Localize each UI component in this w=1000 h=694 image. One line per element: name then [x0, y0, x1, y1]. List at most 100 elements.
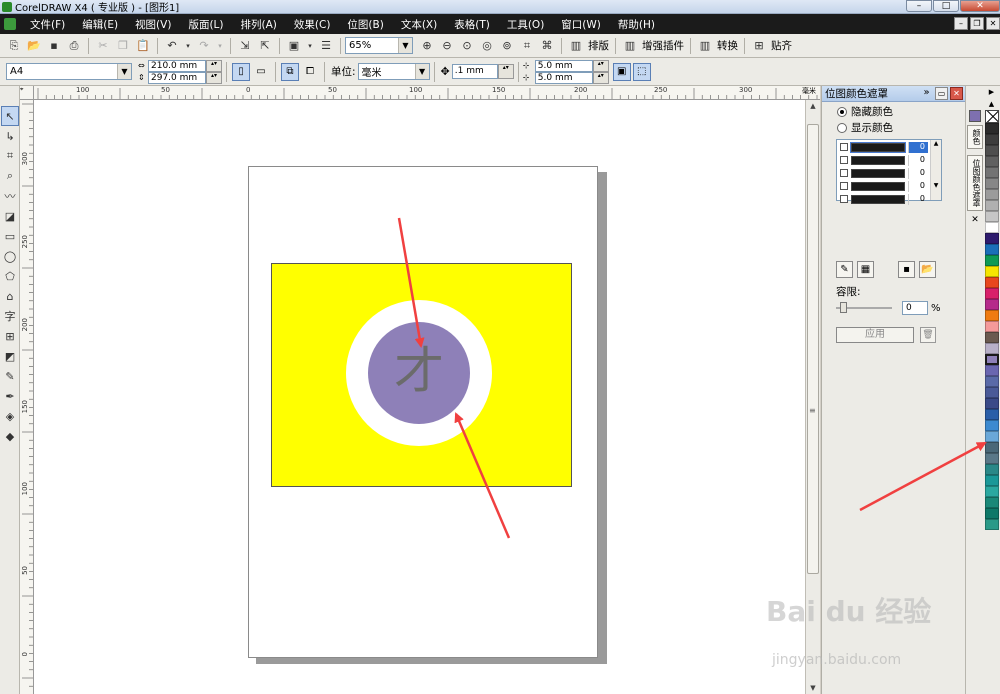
palette-swatch[interactable] [985, 156, 999, 167]
no-color-swatch[interactable] [985, 110, 999, 123]
palette-swatch[interactable] [985, 442, 999, 453]
zoom-width-icon[interactable]: ⌗ [519, 38, 535, 54]
mask-checkbox[interactable] [840, 182, 848, 190]
document-icon[interactable] [4, 18, 16, 30]
palette-swatch[interactable] [985, 222, 999, 233]
zoom-levels-select[interactable]: 65% ▼ [345, 37, 413, 54]
menu-window[interactable]: 窗口(W) [561, 17, 601, 32]
palette-swatch[interactable] [985, 420, 999, 431]
import-icon[interactable]: ⇲ [237, 38, 253, 54]
launcher-dropdown-icon[interactable]: ▾ [306, 38, 314, 54]
shape-tool-icon[interactable]: ↳ [1, 126, 19, 146]
docker-close-button[interactable]: ✕ [950, 87, 963, 100]
zoom-selected-icon[interactable]: ⊙ [459, 38, 475, 54]
zoom-in-icon[interactable]: ⊕ [419, 38, 435, 54]
outline-tool-icon[interactable]: ✒ [1, 386, 19, 406]
palette-swatch[interactable] [985, 354, 999, 365]
eyedropper-tool-icon[interactable]: ✎ [1, 366, 19, 386]
save-icon[interactable]: ▪ [46, 38, 62, 54]
docker-minimize-button[interactable]: ▭ [935, 87, 948, 100]
tab-bitmap-color-mask[interactable]: 位图颜色遮罩 [967, 155, 983, 211]
palette-scroll-right-icon[interactable]: ▶ [984, 86, 999, 98]
palette-swatch[interactable] [985, 475, 999, 486]
export-icon[interactable]: ⇱ [257, 38, 273, 54]
zoom-page-icon[interactable]: ⊚ [499, 38, 515, 54]
welcome-screen-icon[interactable]: ☰ [318, 38, 334, 54]
palette-swatch[interactable] [985, 310, 999, 321]
landscape-icon[interactable]: ▭ [252, 63, 270, 81]
plugin-convert-label[interactable]: 转换 [717, 38, 738, 53]
scroll-up-icon[interactable]: ▲ [806, 100, 820, 112]
enhance-plugin-icon[interactable]: ▥ [622, 38, 638, 54]
menu-table[interactable]: 表格(T) [454, 17, 490, 32]
vertical-ruler[interactable]: 300 250 200 150 100 50 0 [20, 100, 34, 694]
color-selector-icon[interactable]: ✎ [836, 261, 853, 278]
mask-color-swatch[interactable] [851, 155, 905, 165]
smart-fill-icon[interactable]: ◪ [1, 206, 19, 226]
palette-swatch[interactable] [985, 211, 999, 222]
mask-color-list[interactable]: 0 0 0 0 0 ▲ ▼ [836, 139, 942, 205]
interactive-blend-icon[interactable]: ◩ [1, 346, 19, 366]
list-item[interactable]: 0 [837, 167, 941, 179]
ruler-origin[interactable]: ⌖ [20, 86, 34, 100]
save-mask-icon[interactable]: ▪ [898, 261, 915, 278]
current-page-icon[interactable]: ⧠ [301, 63, 319, 81]
crop-tool-icon[interactable]: ⌗ [1, 146, 19, 166]
application-launcher-icon[interactable]: ▣ [286, 38, 302, 54]
table-tool-icon[interactable]: ⊞ [1, 326, 19, 346]
print-icon[interactable]: ⎙ [66, 38, 82, 54]
cut-icon[interactable]: ✂ [95, 38, 111, 54]
palette-swatch[interactable] [985, 398, 999, 409]
paper-size-select[interactable]: A4 ▼ [6, 63, 132, 80]
doc-close-button[interactable]: ✕ [986, 17, 1000, 30]
tolerance-input[interactable]: 0 [902, 301, 928, 315]
purple-circle[interactable]: 才 [368, 322, 470, 424]
palette-swatch[interactable] [985, 244, 999, 255]
undo-icon[interactable]: ↶ [164, 38, 180, 54]
all-pages-icon[interactable]: ⧉ [281, 62, 299, 81]
palette-swatch[interactable] [985, 167, 999, 178]
redo-icon[interactable]: ↷ [196, 38, 212, 54]
basic-shapes-icon[interactable]: ⌂ [1, 286, 19, 306]
palette-swatch[interactable] [985, 321, 999, 332]
palette-swatch[interactable] [985, 519, 999, 530]
menu-help[interactable]: 帮助(H) [618, 17, 655, 32]
horizontal-ruler[interactable]: 100 50 0 50 100 150 200 250 300 毫米 [34, 86, 820, 100]
zoom-all-icon[interactable]: ◎ [479, 38, 495, 54]
minimize-button[interactable]: – [906, 0, 932, 12]
mask-color-swatch[interactable] [850, 141, 906, 153]
palette-swatch[interactable] [985, 299, 999, 310]
palette-swatch[interactable] [985, 508, 999, 519]
duplicate-x-input[interactable]: 5.0 mm [534, 59, 593, 72]
menu-edit[interactable]: 编辑(E) [82, 17, 118, 32]
nudge-input[interactable]: .1 mm [451, 64, 498, 79]
palette-swatch[interactable] [985, 332, 999, 343]
mask-checkbox[interactable] [840, 195, 848, 203]
ellipse-tool-icon[interactable]: ◯ [1, 246, 19, 266]
show-colors-radio[interactable] [837, 122, 847, 133]
list-item[interactable]: 0 [837, 180, 941, 192]
list-item[interactable]: 0 [837, 141, 941, 153]
tolerance-slider[interactable] [836, 302, 892, 314]
mask-checkbox[interactable] [840, 143, 848, 151]
undo-dropdown-icon[interactable]: ▾ [184, 38, 192, 54]
maximize-button[interactable]: □ [933, 0, 959, 12]
mask-checkbox[interactable] [840, 169, 848, 177]
palette-swatch[interactable] [985, 233, 999, 244]
close-tab-icon[interactable]: ✕ [966, 215, 984, 225]
duplicate-y-spinner[interactable]: ▴▾ [592, 71, 609, 84]
list-item[interactable]: 0 [837, 193, 941, 205]
tab-color[interactable]: 颜色 [967, 125, 983, 149]
palette-swatch[interactable] [985, 134, 999, 145]
doc-restore-button[interactable]: ❐ [970, 17, 984, 30]
text-tool-icon[interactable]: 字 [1, 306, 19, 326]
menu-file[interactable]: 文件(F) [30, 17, 65, 32]
plugin-enhance-label[interactable]: 增强插件 [642, 38, 684, 53]
mask-color-swatch[interactable] [851, 181, 905, 191]
palette-swatch[interactable] [985, 123, 999, 134]
menu-bitmaps[interactable]: 位图(B) [347, 17, 383, 32]
nudge-spinner[interactable]: ▴▾ [497, 64, 514, 79]
plugin-snap-label[interactable]: 贴齐 [771, 38, 792, 53]
open-icon[interactable]: 📂 [26, 38, 42, 54]
mask-color-swatch[interactable] [851, 194, 905, 204]
